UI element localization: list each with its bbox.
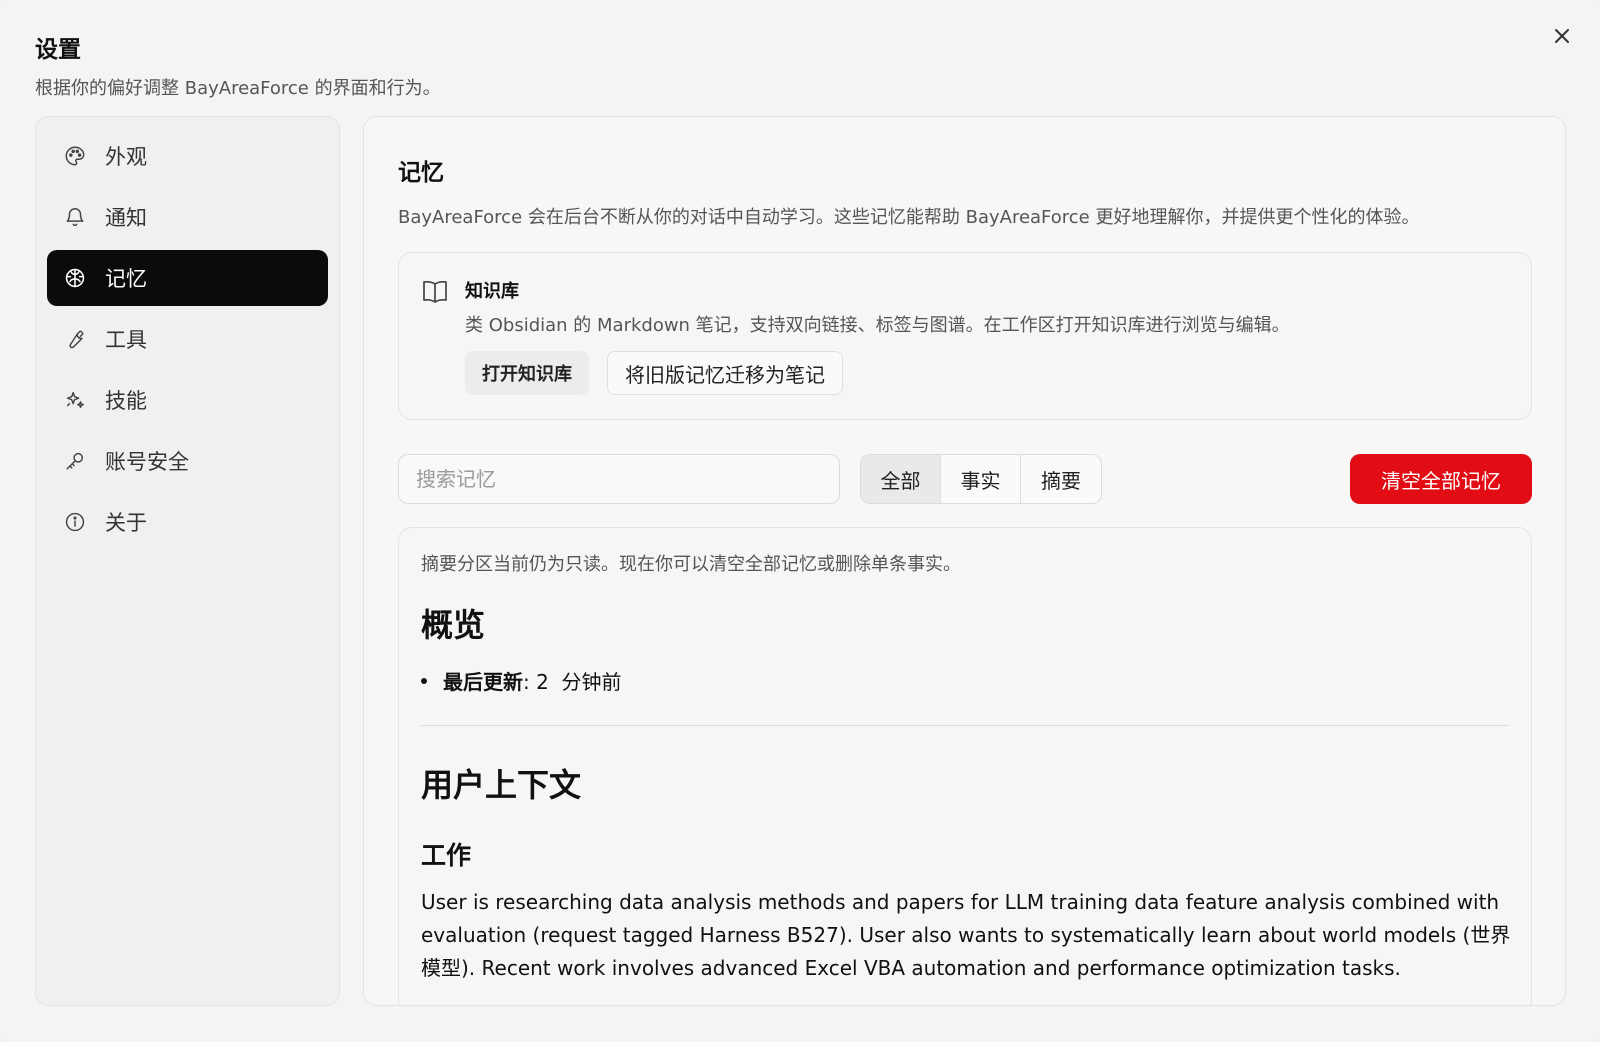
sidebar-item-label: 技能 [105,389,147,413]
sidebar-item-skills[interactable]: 技能 [47,372,328,428]
page-description: BayAreaForce 会在后台不断从你的对话中自动学习。这些记忆能帮助 Ba… [398,207,1420,228]
sidebar-item-account-security[interactable]: 账号安全 [47,433,328,489]
knowledge-base-description: 类 Obsidian 的 Markdown 笔记，支持双向链接、标签与图谱。在工… [465,315,1290,336]
sidebar-item-appearance[interactable]: 外观 [47,128,328,184]
filter-tab-all[interactable]: 全部 [861,455,941,503]
memory-summary-card: 摘要分区当前仍为只读。现在你可以清空全部记忆或删除单条事实。 概览 最后更新: … [398,527,1532,1005]
book-open-icon [421,279,449,305]
user-context-heading: 用户上下文 [421,766,582,804]
work-description: User is researching data analysis method… [421,890,1511,980]
work-heading: 工作 [421,841,472,870]
settings-sidebar: 外观 通知 记忆 工具 技能 账号安全 关于 [35,116,340,1006]
sidebar-item-about[interactable]: 关于 [47,494,328,550]
divider [421,725,1509,726]
sidebar-item-label: 通知 [105,206,147,230]
settings-dialog: 设置 根据你的偏好调整 BayAreaForce 的界面和行为。 外观 通知 记… [0,0,1600,1042]
brain-icon [63,266,87,290]
memory-panel: 记忆 BayAreaForce 会在后台不断从你的对话中自动学习。这些记忆能帮助… [363,116,1566,1006]
last-updated-value: : 2 分钟前 [523,670,622,694]
knowledge-base-title: 知识库 [465,281,519,302]
clear-all-memory-button[interactable]: 清空全部记忆 [1350,454,1532,504]
sidebar-item-label: 关于 [105,511,147,535]
info-icon [63,510,87,534]
wrench-icon [63,327,87,351]
knowledge-base-card: 知识库 类 Obsidian 的 Markdown 笔记，支持双向链接、标签与图… [398,252,1532,420]
dialog-title: 设置 [35,37,81,63]
memory-filter-tabs: 全部 事实 摘要 [860,454,1102,504]
readonly-note: 摘要分区当前仍为只读。现在你可以清空全部记忆或删除单条事实。 [421,554,961,575]
filter-tab-facts[interactable]: 事实 [941,455,1021,503]
key-icon [63,449,87,473]
sparkles-icon [63,388,87,412]
dialog-subtitle: 根据你的偏好调整 BayAreaForce 的界面和行为。 [35,78,441,99]
sidebar-item-label: 外观 [105,145,147,169]
sidebar-item-label: 工具 [105,328,147,352]
close-button[interactable] [1548,22,1576,50]
page-title: 记忆 [398,160,444,186]
sidebar-item-label: 记忆 [105,267,147,291]
list-item: 最后更新: 2 分钟前 [421,666,1509,695]
close-icon [1555,29,1569,43]
sidebar-item-memory[interactable]: 记忆 [47,250,328,306]
sidebar-item-notifications[interactable]: 通知 [47,189,328,245]
migrate-memory-button[interactable]: 将旧版记忆迁移为笔记 [607,351,843,395]
last-updated-label: 最后更新 [443,670,523,694]
filter-tab-summary[interactable]: 摘要 [1021,455,1101,503]
bullet-dot [421,677,427,684]
dialog-header: 设置 根据你的偏好调整 BayAreaForce 的界面和行为。 [35,30,441,100]
sidebar-item-label: 账号安全 [105,450,189,474]
search-memory-input[interactable] [398,454,840,504]
overview-heading: 概览 [421,606,486,644]
palette-icon [63,144,87,168]
bell-icon [63,205,87,229]
sidebar-item-tools[interactable]: 工具 [47,311,328,367]
open-knowledge-base-button[interactable]: 打开知识库 [465,351,589,395]
